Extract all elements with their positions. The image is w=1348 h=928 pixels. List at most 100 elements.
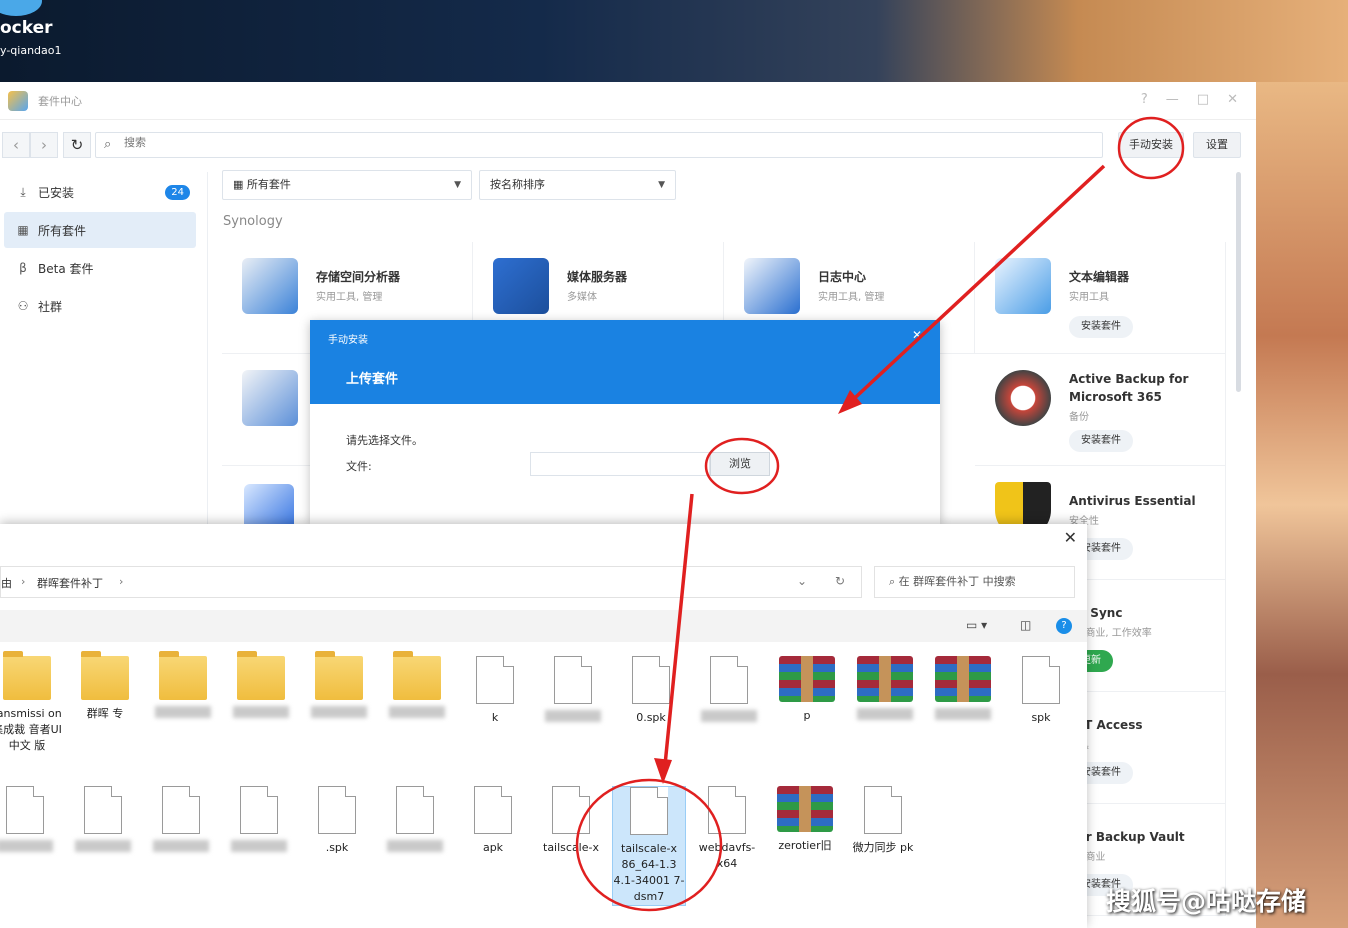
file-icon xyxy=(474,786,512,834)
manual-install-button[interactable]: 手动安装 xyxy=(1118,132,1184,158)
breadcrumb-item[interactable]: 由 xyxy=(1,575,12,591)
category-filter-value: 所有套件 xyxy=(246,178,291,191)
docker-icon[interactable] xyxy=(0,0,42,16)
install-button[interactable]: 安装套件 xyxy=(1069,316,1133,338)
blurred-label xyxy=(75,840,131,852)
help-icon[interactable]: ? xyxy=(1056,618,1072,634)
folder-item[interactable] xyxy=(146,651,220,723)
file-item[interactable]: 微力同步 pk xyxy=(846,786,920,856)
chevron-down-icon[interactable]: ⌄ xyxy=(797,574,807,588)
blurred-label xyxy=(857,708,913,720)
file-item[interactable]: .spk xyxy=(300,786,374,856)
search-box[interactable]: ⌕ xyxy=(95,132,1103,158)
package-category: 实用工具 xyxy=(1069,292,1109,303)
vertical-scrollbar[interactable] xyxy=(1236,172,1241,392)
file-item[interactable]: zerotier旧 xyxy=(768,786,842,854)
folder-item[interactable] xyxy=(380,651,454,723)
section-heading: Synology xyxy=(223,214,283,229)
chevron-right-icon: › xyxy=(21,575,26,588)
folder-item[interactable] xyxy=(224,651,298,723)
file-item[interactable]: spk xyxy=(1004,656,1078,726)
file-item[interactable]: apk xyxy=(456,786,530,856)
file-item[interactable]: p xyxy=(770,656,844,724)
close-icon[interactable]: ✕ xyxy=(1227,92,1238,107)
folder-item[interactable]: 群晖 专 xyxy=(68,651,142,722)
help-icon[interactable]: ? xyxy=(1141,92,1148,107)
package-category: 实用工具, 管理 xyxy=(818,292,885,303)
file-label: p xyxy=(803,709,811,722)
file-item[interactable] xyxy=(926,656,1000,725)
category-filter-dropdown[interactable]: ▦ 所有套件 ▼ xyxy=(222,170,472,200)
package-name: 日志中心 xyxy=(818,270,867,284)
breadcrumb-item[interactable]: 群晖套件补丁 xyxy=(37,575,103,591)
maximize-icon[interactable]: □ xyxy=(1197,92,1209,107)
dialog-step-title: 上传套件 xyxy=(346,372,399,387)
file-item[interactable] xyxy=(848,656,922,725)
file-item[interactable] xyxy=(378,786,452,857)
refresh-button[interactable]: ↻ xyxy=(63,132,91,158)
file-icon xyxy=(162,786,200,834)
explorer-search-box[interactable]: ⌕ 在 群晖套件补丁 中搜索 xyxy=(874,566,1075,598)
file-icon xyxy=(554,656,592,704)
preview-pane-icon[interactable]: ◫ xyxy=(1020,618,1031,632)
file-label: ransmissi on集成裁 音者UI中文 版 xyxy=(0,707,62,752)
blurred-label xyxy=(389,706,445,718)
file-item[interactable]: webdavfs- x64 xyxy=(690,786,764,872)
package-card[interactable]: Active Backup for Microsoft 365 备份 安装套件 xyxy=(975,354,1226,466)
file-icon xyxy=(318,786,356,834)
file-item[interactable]: tailscale-x xyxy=(534,786,608,856)
search-icon: ⌕ xyxy=(104,137,112,152)
watermark: 搜狐号@咕哒存储 xyxy=(1106,887,1307,916)
file-item[interactable] xyxy=(0,786,62,857)
file-explorer-window: ✕ 由 › 群晖套件补丁 › ⌄ ↻ ⌕ 在 群晖套件补丁 中搜索 ▭ ▾ ◫ … xyxy=(0,524,1087,928)
file-item[interactable] xyxy=(222,786,296,857)
package-name: ud Sync xyxy=(1069,606,1123,620)
sidebar-item-all-packages[interactable]: ▦ 所有套件 xyxy=(4,212,196,248)
dialog-title: 手动安装 xyxy=(328,335,368,346)
file-icon xyxy=(1022,656,1060,704)
file-icon xyxy=(84,786,122,834)
file-item[interactable]: tailscale-x 86_64-1.3 4.1-34001 7-dsm7 xyxy=(612,786,686,906)
settings-button[interactable]: 设置 xyxy=(1193,132,1241,158)
minimize-icon[interactable]: — xyxy=(1166,92,1179,107)
sidebar-item-label: 所有套件 xyxy=(38,223,87,238)
file-item[interactable] xyxy=(692,656,766,727)
blurred-label xyxy=(545,710,601,722)
folder-item[interactable] xyxy=(302,651,376,723)
sidebar-item-community[interactable]: ⚇ 社群 xyxy=(4,288,196,324)
view-options-icon[interactable]: ▭ ▾ xyxy=(966,618,987,632)
install-button[interactable]: 安装套件 xyxy=(1069,430,1133,452)
file-icon xyxy=(6,786,44,834)
search-icon: ⌕ xyxy=(889,575,899,588)
explorer-search-placeholder: 在 群晖套件补丁 中搜索 xyxy=(898,575,1016,588)
blurred-label xyxy=(233,706,289,718)
folder-icon xyxy=(393,651,441,700)
close-icon[interactable]: ✕ xyxy=(912,328,922,342)
back-button[interactable]: ‹ xyxy=(2,132,30,158)
file-label: 群晖 专 xyxy=(86,707,124,720)
file-icon xyxy=(240,786,278,834)
folder-icon xyxy=(81,651,129,700)
forward-button[interactable]: › xyxy=(30,132,58,158)
package-card[interactable]: 文本编辑器 实用工具 安装套件 xyxy=(975,242,1226,354)
address-bar[interactable]: 由 › 群晖套件补丁 › ⌄ ↻ xyxy=(0,566,862,598)
file-item[interactable] xyxy=(144,786,218,857)
browse-button[interactable]: 浏览 xyxy=(710,452,770,476)
close-icon[interactable]: ✕ xyxy=(1064,528,1077,547)
file-item[interactable]: 0.spk xyxy=(614,656,688,726)
file-item[interactable]: k xyxy=(458,656,532,726)
folder-item[interactable]: ransmissi on集成裁 音者UI中文 版 xyxy=(0,651,64,754)
dialog-hint: 请先选择文件。 xyxy=(346,434,423,447)
package-name: 媒体服务器 xyxy=(567,270,628,284)
sort-dropdown[interactable]: 按名称排序 ▼ xyxy=(479,170,676,200)
file-path-input[interactable] xyxy=(530,452,710,476)
search-input[interactable] xyxy=(124,136,1024,149)
file-item[interactable] xyxy=(536,656,610,727)
package-name: Antivirus Essential xyxy=(1069,494,1196,508)
package-category: 实用工具, 管理 xyxy=(316,292,383,303)
refresh-icon[interactable]: ↻ xyxy=(835,574,845,588)
sidebar-item-beta[interactable]: β Beta 套件 xyxy=(4,250,196,286)
file-item[interactable] xyxy=(66,786,140,857)
sidebar-item-installed[interactable]: ⤓ 已安装 24 xyxy=(4,174,196,210)
file-label: 微力同步 pk xyxy=(852,841,914,854)
